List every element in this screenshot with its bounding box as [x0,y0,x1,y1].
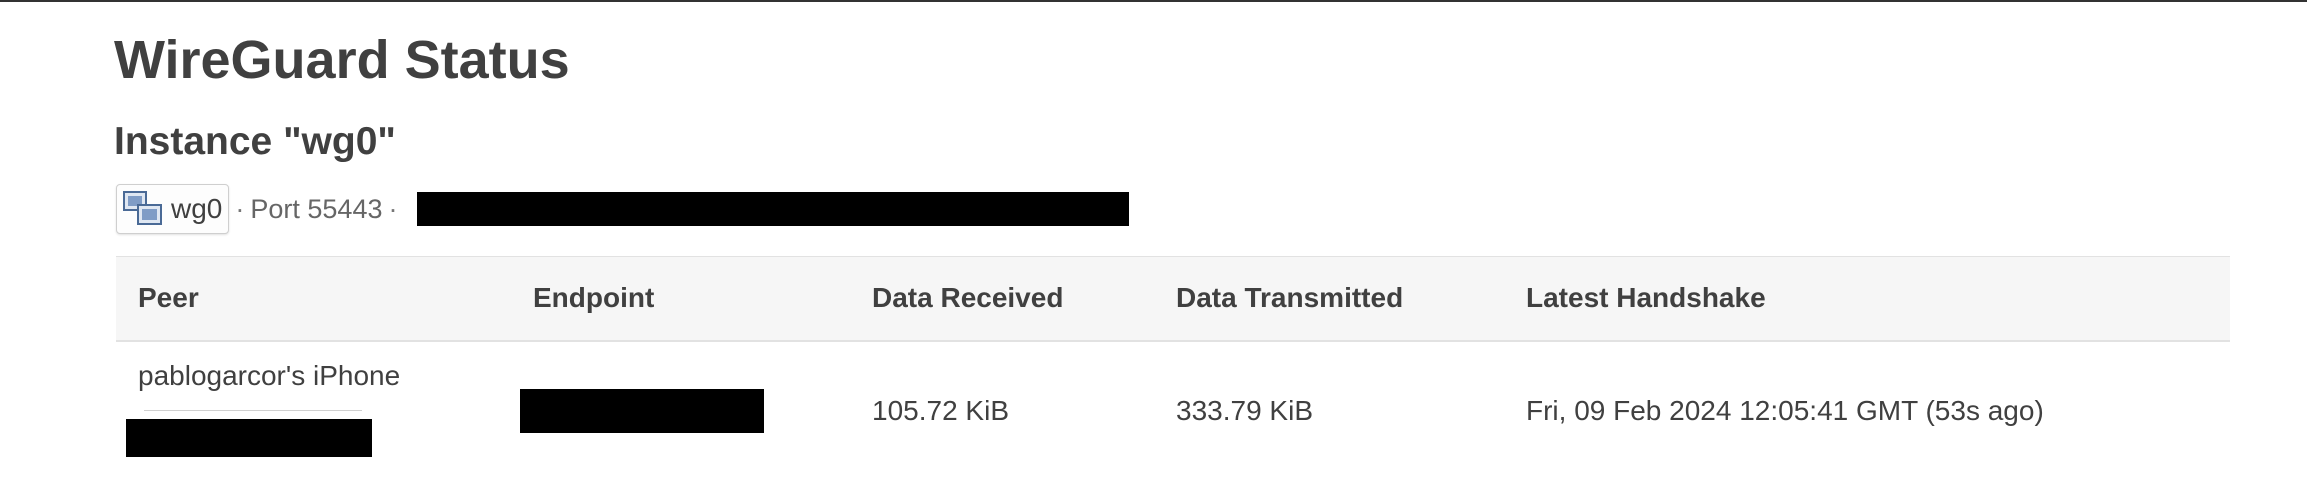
port-label: Port 55443 [250,193,383,224]
redacted-peer-key [126,418,372,457]
redacted-public-key [417,192,1130,226]
separator: · [235,193,245,224]
table-row: pablogarcor's iPhone 105.72 KiB 333.79 K… [116,341,2230,481]
column-header-endpoint: Endpoint [511,256,850,342]
column-header-peer: Peer [116,256,511,342]
data-received-cell: 105.72 KiB [872,395,1009,426]
endpoint-cell [511,341,850,481]
peer-status-table: Peer Endpoint Data Received Data Transmi… [116,256,2230,481]
status-page: WireGuard Status Instance "wg0" wg0 · Po… [0,0,2307,481]
table-header-row: Peer Endpoint Data Received Data Transmi… [116,256,2230,342]
separator: · [388,193,398,224]
interface-badge[interactable]: wg0 [116,184,230,234]
latest-handshake-cell: Fri, 09 Feb 2024 12:05:41 GMT (53s ago) [1526,395,2044,426]
divider [144,409,362,411]
instance-title: Instance "wg0" [114,120,396,163]
data-transmitted-cell: 333.79 KiB [1176,395,1313,426]
interface-info: wg0 · Port 55443 · [116,184,1130,234]
page-title: WireGuard Status [114,30,570,90]
column-header-data-received: Data Received [850,256,1154,342]
interface-name: wg0 [171,193,223,224]
column-header-data-transmitted: Data Transmitted [1154,256,1504,342]
redacted-endpoint [520,388,764,433]
network-interface-icon [123,191,162,225]
peer-name: pablogarcor's iPhone [138,359,401,391]
peer-cell: pablogarcor's iPhone [116,341,511,481]
column-header-latest-handshake: Latest Handshake [1504,256,2230,342]
